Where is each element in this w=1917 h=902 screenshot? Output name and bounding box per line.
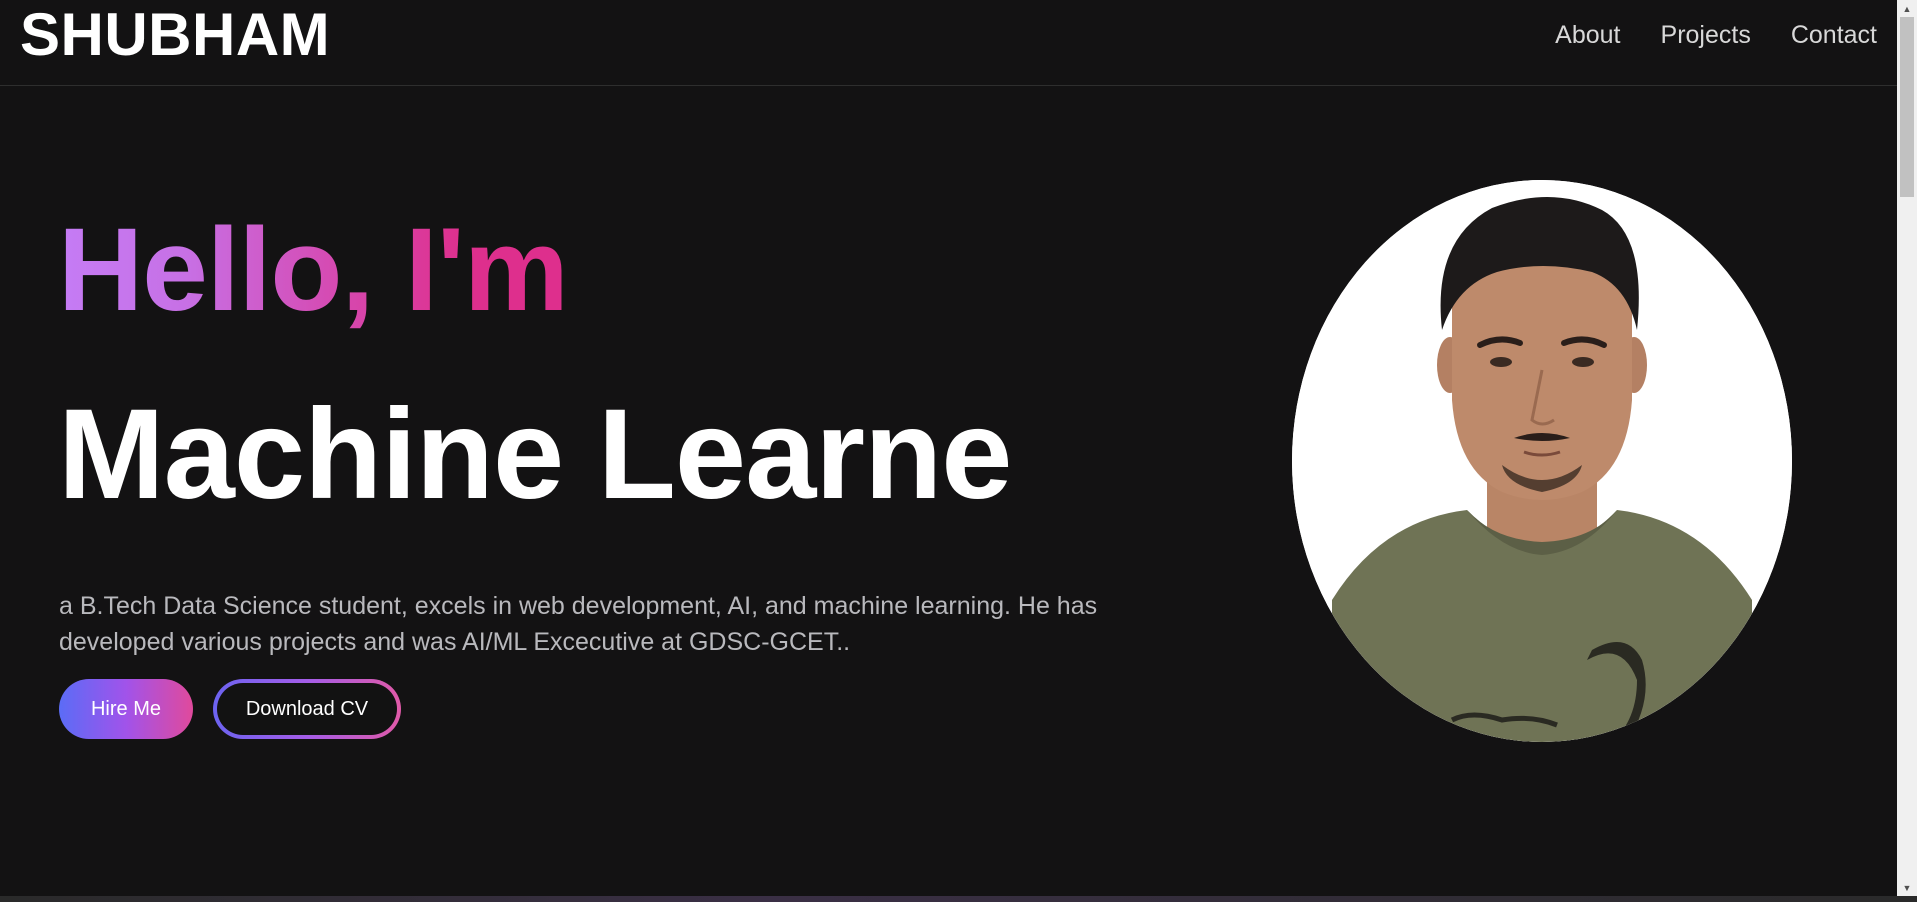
vertical-scrollbar[interactable]: ▲ ▼ — [1897, 0, 1917, 896]
profile-photo — [1292, 180, 1792, 742]
page: SHUBHAM About Projects Contact Hello, I'… — [0, 0, 1917, 902]
scroll-down-arrow-icon[interactable]: ▼ — [1897, 879, 1917, 896]
scrollbar-thumb[interactable] — [1900, 17, 1914, 197]
hero-role-title: Machine Learne — [58, 383, 1012, 526]
hire-me-button[interactable]: Hire Me — [59, 679, 193, 739]
site-header: SHUBHAM About Projects Contact — [0, 0, 1897, 86]
nav-link-contact[interactable]: Contact — [1791, 18, 1877, 52]
person-portrait-icon — [1292, 180, 1792, 742]
download-cv-label: Download CV — [217, 683, 397, 735]
hero-bio: a B.Tech Data Science student, excels in… — [59, 592, 1098, 656]
nav-link-about[interactable]: About — [1555, 18, 1620, 52]
scroll-up-arrow-icon[interactable]: ▲ — [1897, 0, 1917, 17]
download-cv-button[interactable]: Download CV — [213, 679, 401, 739]
hero-greeting: Hello, I'm — [58, 204, 569, 336]
bottom-edge — [0, 896, 1917, 902]
nav-link-projects[interactable]: Projects — [1661, 18, 1751, 52]
main-nav: About Projects Contact — [1555, 18, 1877, 52]
brand-logo[interactable]: SHUBHAM — [20, 0, 330, 70]
hero-actions: Hire Me Download CV — [59, 679, 401, 739]
